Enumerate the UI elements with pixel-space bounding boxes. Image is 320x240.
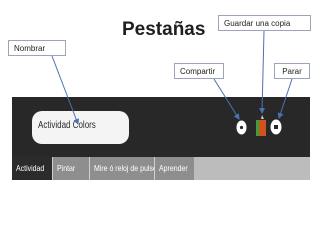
arrow-nombrar [51,55,80,125]
arrow-parar [277,78,293,119]
callout-arrows [51,30,293,125]
arrow-guardar [259,30,266,114]
arrow-compartir [213,78,240,120]
